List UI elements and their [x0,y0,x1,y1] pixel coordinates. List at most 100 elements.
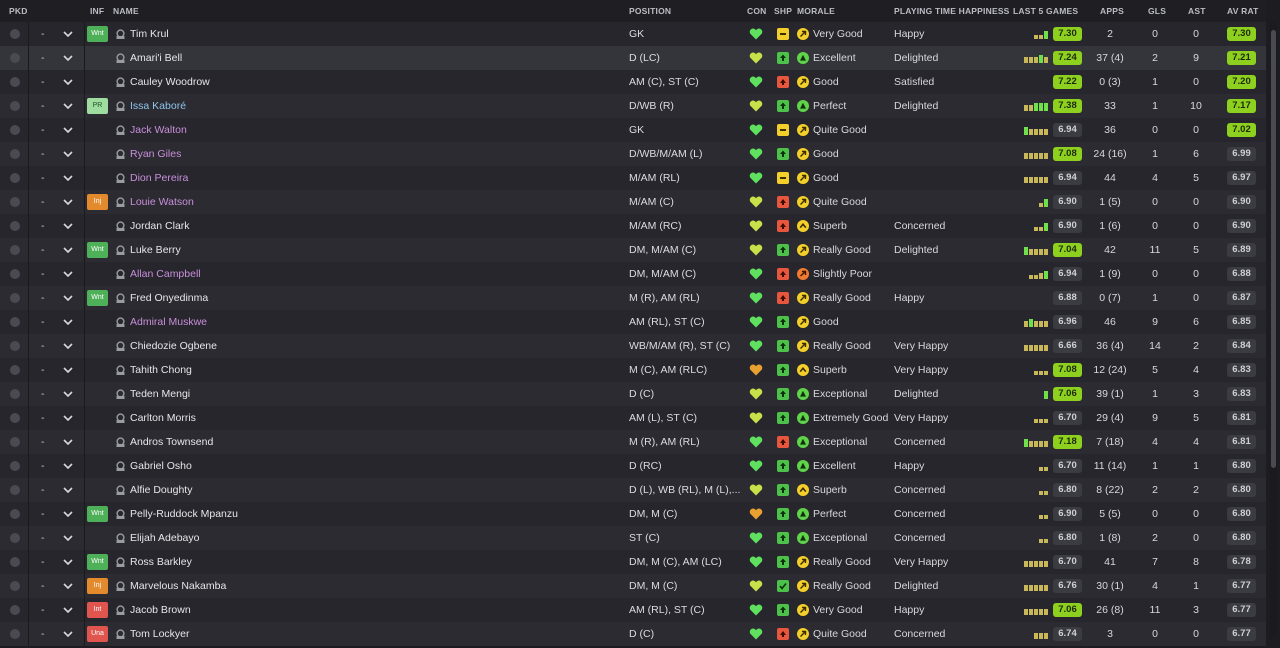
table-row[interactable]: - Gabriel Osho D (RC) Excellent Happy 6.70 11 … [0,454,1266,478]
table-row[interactable]: - Teden Mengi D (C) Exceptional Delighted 7.0… [0,382,1266,406]
pkd-value[interactable]: - [41,334,45,358]
table-row[interactable]: - Carlton Morris AM (L), ST (C) Extremely G… [0,406,1266,430]
chevron-down-icon[interactable] [63,622,73,646]
pick-toggle[interactable] [10,437,20,447]
pick-toggle[interactable] [10,485,20,495]
table-row[interactable]: - Dion Pereira M/AM (RL) Good 6.94 44 4 5 6.97 [0,166,1266,190]
pick-toggle[interactable] [10,557,20,567]
chevron-down-icon[interactable] [63,22,73,46]
table-row[interactable]: - Jack Walton GK Quite Good 6.94 36 0 0 7.02 [0,118,1266,142]
player-name-link[interactable]: Tim Krul [130,22,169,46]
player-name-link[interactable]: Jordan Clark [130,214,190,238]
col-header-playing-time[interactable]: PLAYING TIME HAPPINESS [894,6,1010,16]
player-name-link[interactable]: Gabriel Osho [130,454,192,478]
scrollbar-thumb[interactable] [1271,30,1276,468]
player-name-link[interactable]: Louie Watson [130,190,194,214]
pkd-value[interactable]: - [41,118,45,142]
pkd-value[interactable]: - [41,574,45,598]
chevron-down-icon[interactable] [63,70,73,94]
player-name-link[interactable]: Issa Kaboré [130,94,186,118]
pick-toggle[interactable] [10,533,20,543]
chevron-down-icon[interactable] [63,262,73,286]
col-header-avrat[interactable]: AV RAT [1227,6,1259,16]
col-header-name[interactable]: NAME [113,6,139,16]
player-name-link[interactable]: Carlton Morris [130,406,196,430]
player-name-link[interactable]: Alfie Doughty [130,478,192,502]
pick-toggle[interactable] [10,509,20,519]
player-name-link[interactable]: Jack Walton [130,118,187,142]
chevron-down-icon[interactable] [63,214,73,238]
chevron-down-icon[interactable] [63,454,73,478]
pick-toggle[interactable] [10,125,20,135]
table-row[interactable]: - Inj Louie Watson M/AM (C) Quite Good 6.90 1 … [0,190,1266,214]
pick-toggle[interactable] [10,53,20,63]
pkd-value[interactable]: - [41,382,45,406]
pkd-value[interactable]: - [41,598,45,622]
pkd-value[interactable]: - [41,166,45,190]
table-row[interactable]: - Elijah Adebayo ST (C) Exceptional Concerne… [0,526,1266,550]
chevron-down-icon[interactable] [63,334,73,358]
pick-toggle[interactable] [10,293,20,303]
pick-toggle[interactable] [10,365,20,375]
table-row[interactable]: - Wnt Luke Berry DM, M/AM (C) Really Good Del… [0,238,1266,262]
col-header-position[interactable]: POSITION [629,6,671,16]
pkd-value[interactable]: - [41,310,45,334]
chevron-down-icon[interactable] [63,574,73,598]
chevron-down-icon[interactable] [63,94,73,118]
table-row[interactable]: - Andros Townsend M (R), AM (RL) Exceptiona… [0,430,1266,454]
table-row[interactable]: - Tahith Chong M (C), AM (RLC) Superb Very H… [0,358,1266,382]
pkd-value[interactable]: - [41,358,45,382]
pick-toggle[interactable] [10,581,20,591]
player-name-link[interactable]: Teden Mengi [130,382,190,406]
table-row[interactable]: - PR Issa Kaboré D/WB (R) Perfect Delighted 7.… [0,94,1266,118]
chevron-down-icon[interactable] [63,478,73,502]
pkd-value[interactable]: - [41,622,45,646]
pkd-value[interactable]: - [41,22,45,46]
pkd-value[interactable]: - [41,502,45,526]
player-name-link[interactable]: Ross Barkley [130,550,192,574]
chevron-down-icon[interactable] [63,382,73,406]
chevron-down-icon[interactable] [63,190,73,214]
player-name-link[interactable]: Fred Onyedinma [130,286,208,310]
player-name-link[interactable]: Cauley Woodrow [130,70,210,94]
col-header-gls[interactable]: GLS [1148,6,1166,16]
player-name-link[interactable]: Andros Townsend [130,430,213,454]
chevron-down-icon[interactable] [63,46,73,70]
pkd-value[interactable]: - [41,94,45,118]
table-row[interactable]: - Wnt Pelly-Ruddock Mpanzu DM, M (C) Perfect… [0,502,1266,526]
table-row[interactable]: - Alfie Doughty D (L), WB (RL), M (L),... S… [0,478,1266,502]
pkd-value[interactable]: - [41,454,45,478]
pkd-value[interactable]: - [41,262,45,286]
player-name-link[interactable]: Chiedozie Ogbene [130,334,217,358]
col-header-shp[interactable]: SHP [774,6,792,16]
chevron-down-icon[interactable] [63,238,73,262]
table-row[interactable]: - Ryan Giles D/WB/M/AM (L) Good 7.08 24 (16) 1… [0,142,1266,166]
pick-toggle[interactable] [10,269,20,279]
pick-toggle[interactable] [10,317,20,327]
pkd-value[interactable]: - [41,70,45,94]
chevron-down-icon[interactable] [63,502,73,526]
pkd-value[interactable]: - [41,142,45,166]
pick-toggle[interactable] [10,77,20,87]
pick-toggle[interactable] [10,197,20,207]
pick-toggle[interactable] [10,413,20,423]
pkd-value[interactable]: - [41,526,45,550]
player-name-link[interactable]: Tom Lockyer [130,622,190,646]
table-row[interactable]: - Chiedozie Ogbene WB/M/AM (R), ST (C) Real… [0,334,1266,358]
pick-toggle[interactable] [10,605,20,615]
chevron-down-icon[interactable] [63,142,73,166]
player-name-link[interactable]: Luke Berry [130,238,181,262]
player-name-link[interactable]: Amari'i Bell [130,46,182,70]
pkd-value[interactable]: - [41,430,45,454]
pkd-value[interactable]: - [41,406,45,430]
chevron-down-icon[interactable] [63,286,73,310]
col-header-last5[interactable]: LAST 5 GAMES [1013,6,1078,16]
table-row[interactable]: - Una Tom Lockyer D (C) Quite Good Concerned 6… [0,622,1266,646]
table-row[interactable]: - Allan Campbell DM, M/AM (C) Slightly Poor… [0,262,1266,286]
pick-toggle[interactable] [10,149,20,159]
table-row[interactable]: - Wnt Fred Onyedinma M (R), AM (RL) Really G… [0,286,1266,310]
pick-toggle[interactable] [10,389,20,399]
pkd-value[interactable]: - [41,190,45,214]
col-header-morale[interactable]: MORALE [797,6,835,16]
col-header-apps[interactable]: APPS [1100,6,1124,16]
